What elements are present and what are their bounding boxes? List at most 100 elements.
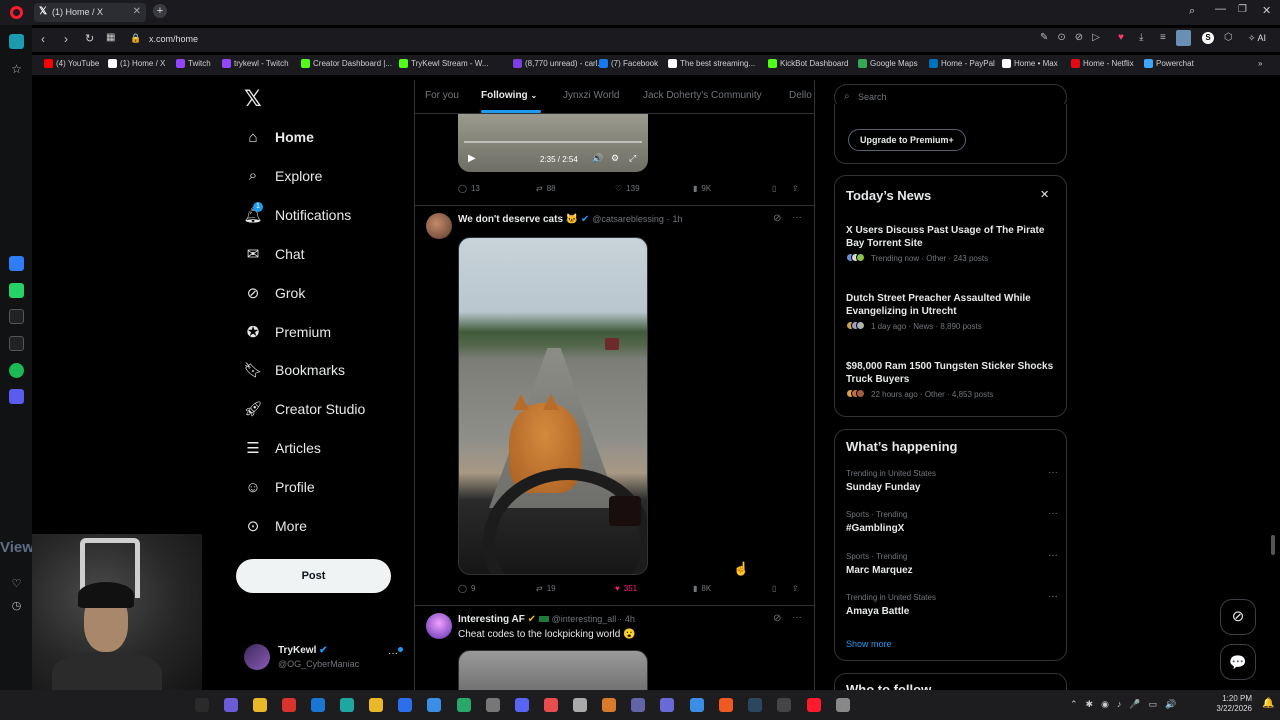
post-avatar[interactable] bbox=[426, 613, 452, 639]
tabs-grid-icon[interactable]: ▦ bbox=[106, 32, 115, 43]
close-window-icon[interactable]: ✕ bbox=[1262, 4, 1271, 17]
post-button[interactable]: Post bbox=[236, 559, 391, 593]
account-switcher[interactable]: TryKewl ✔ @OG_CyberManiac ··· bbox=[242, 642, 404, 674]
vscode-icon[interactable] bbox=[690, 698, 704, 712]
trend-item[interactable]: Trending in United States Amaya Battle ··· bbox=[846, 591, 1058, 617]
nav-item-articles[interactable]: ☰ Articles bbox=[244, 436, 321, 460]
bookmark-item[interactable]: (4) YouTube bbox=[44, 59, 99, 68]
nav-item-bookmarks[interactable]: 🔖︎ Bookmarks bbox=[243, 358, 345, 382]
browser-tab[interactable]: 𝕏 (1) Home / X ✕ bbox=[34, 3, 146, 22]
post-time[interactable]: 4h bbox=[625, 614, 635, 624]
bookmark-item[interactable]: The best streaming... bbox=[668, 59, 755, 68]
opera-icon[interactable] bbox=[807, 698, 821, 712]
minimize-icon[interactable]: — bbox=[1215, 3, 1226, 15]
share-icon[interactable]: ⇪ bbox=[792, 584, 799, 593]
profile-avatar-icon[interactable] bbox=[1176, 30, 1191, 46]
video-player[interactable]: ▶ 2:35 / 2:54 🔊 ⚙ ⤢ bbox=[458, 114, 648, 172]
tiktok-icon[interactable] bbox=[9, 309, 24, 324]
copilot-icon[interactable] bbox=[224, 698, 238, 712]
nav-item-explore[interactable]: ⌕ Explore bbox=[244, 164, 323, 188]
nav-item-grok[interactable]: ⊘ Grok bbox=[244, 281, 306, 305]
tab-jack-doherty[interactable]: Jack Doherty's Community bbox=[643, 90, 762, 101]
post-author[interactable]: We don't deserve cats 🐱 bbox=[458, 214, 578, 225]
notepad-icon[interactable] bbox=[427, 698, 441, 712]
nav-item-notifications[interactable]: 🔔︎ 1 Notifications bbox=[243, 201, 351, 227]
s-extension-icon[interactable]: S bbox=[1202, 32, 1214, 44]
bookmark-item[interactable]: Google Maps bbox=[858, 59, 918, 68]
xmind-icon[interactable] bbox=[282, 698, 296, 712]
url-field[interactable]: x.com/home bbox=[149, 34, 198, 44]
repost-button[interactable]: ⇄ 88 bbox=[536, 184, 556, 193]
fullscreen-icon[interactable]: ⤢ bbox=[629, 153, 636, 164]
post-handle[interactable]: @interesting_all bbox=[552, 614, 617, 624]
game-icon[interactable] bbox=[602, 698, 616, 712]
post-video[interactable] bbox=[458, 650, 648, 695]
bookmark-item[interactable]: (1) Home / X bbox=[108, 59, 165, 68]
discord-icon[interactable] bbox=[515, 698, 529, 712]
nav-item-chat[interactable]: ✉ Chat bbox=[244, 242, 305, 266]
reply-button[interactable]: ◯ 13 bbox=[458, 184, 480, 193]
trend-more-icon[interactable]: ··· bbox=[1048, 508, 1058, 519]
messages-float-button[interactable]: 💬 bbox=[1220, 644, 1256, 680]
show-more-link[interactable]: Show more bbox=[846, 639, 892, 649]
whatsapp-icon[interactable] bbox=[9, 283, 24, 298]
close-tab-icon[interactable]: ✕ bbox=[133, 6, 141, 17]
new-tab-button[interactable]: + bbox=[153, 4, 167, 18]
tab-dello[interactable]: Dello bbox=[789, 90, 812, 101]
origin-icon[interactable] bbox=[719, 698, 733, 712]
post-video[interactable] bbox=[458, 237, 648, 575]
history-icon[interactable]: ◷ bbox=[9, 599, 24, 614]
file-explorer-icon[interactable] bbox=[253, 698, 267, 712]
bookmark-item[interactable]: Home - Netflix bbox=[1071, 59, 1134, 68]
reload-icon[interactable]: ↻ bbox=[85, 32, 94, 45]
news-item[interactable]: X Users Discuss Past Usage of The Pirate… bbox=[846, 224, 1058, 264]
bookmark-post-icon[interactable]: ▯ bbox=[772, 184, 776, 193]
bookmark-item[interactable]: Home - PayPal bbox=[929, 59, 995, 68]
settings-icon[interactable] bbox=[486, 698, 500, 712]
bookmark-item[interactable]: (8,770 unread) - carl... bbox=[513, 59, 604, 68]
menu-icon[interactable]: ≡ bbox=[1160, 32, 1166, 43]
nav-item-creator-studio[interactable]: 🚀︎ Creator Studio bbox=[243, 397, 365, 421]
play-icon[interactable]: ▶ bbox=[468, 153, 476, 164]
teams-icon[interactable] bbox=[631, 698, 645, 712]
news-icon[interactable] bbox=[544, 698, 558, 712]
reply-button[interactable]: ◯ 9 bbox=[458, 584, 475, 593]
news-item[interactable]: Dutch Street Preacher Assaulted While Ev… bbox=[846, 292, 1058, 332]
bookmark-item[interactable]: TryKewl Stream - W... bbox=[399, 59, 489, 68]
grok-post-icon[interactable]: ⊘ bbox=[773, 213, 781, 224]
star-icon[interactable]: ☆ bbox=[9, 62, 24, 77]
video-scrubber[interactable] bbox=[464, 141, 642, 143]
more-bookmarks-icon[interactable]: » bbox=[1258, 59, 1262, 68]
post-more-icon[interactable]: ··· bbox=[792, 212, 802, 223]
trend-item[interactable]: Trending in United States Sunday Funday ··… bbox=[846, 467, 1058, 493]
bookmark-item[interactable]: Home • Max bbox=[1002, 59, 1058, 68]
puzzle-icon[interactable]: ⬡ bbox=[1224, 32, 1233, 43]
bookmark-item[interactable]: KickBot Dashboard bbox=[768, 59, 848, 68]
spotify-icon[interactable] bbox=[9, 363, 24, 378]
nav-item-premium[interactable]: ✪ Premium bbox=[244, 320, 331, 344]
steam-icon[interactable] bbox=[748, 698, 762, 712]
epic-icon[interactable] bbox=[777, 698, 791, 712]
bookmark-item[interactable]: Powerchat bbox=[1144, 59, 1194, 68]
page-scrollbar[interactable] bbox=[1271, 535, 1275, 555]
post-avatar[interactable] bbox=[426, 213, 452, 239]
heart-red-icon[interactable]: ♥ bbox=[1118, 32, 1124, 43]
post-time[interactable]: 1h bbox=[672, 214, 682, 224]
chrome-icon[interactable] bbox=[369, 698, 383, 712]
trend-more-icon[interactable]: ··· bbox=[1048, 550, 1058, 561]
controller-icon[interactable] bbox=[660, 698, 674, 712]
settings-icon[interactable]: ⚙ bbox=[611, 153, 619, 164]
post-more-icon[interactable]: ··· bbox=[792, 612, 802, 623]
news-item[interactable]: $98,000 Ram 1500 Tungsten Sticker Shocks… bbox=[846, 360, 1058, 400]
notification-bell-icon[interactable]: 🔔 bbox=[1262, 698, 1274, 709]
trend-more-icon[interactable]: ··· bbox=[1048, 467, 1058, 478]
bookmark-item[interactable]: trykewl - Twitch bbox=[222, 59, 289, 68]
windows-start-icon[interactable] bbox=[195, 698, 209, 712]
clock[interactable]: 1:20 PM 3/22/2026 bbox=[1212, 694, 1252, 714]
bookmark-item[interactable]: Twitch bbox=[176, 59, 211, 68]
volume-icon[interactable]: 🔊 bbox=[592, 153, 603, 164]
upgrade-premium-button[interactable]: Upgrade to Premium+ bbox=[848, 129, 966, 151]
x-app-icon[interactable] bbox=[9, 336, 24, 351]
search-tabs-icon[interactable]: ⌕ bbox=[1189, 5, 1195, 18]
home-workspace-icon[interactable] bbox=[9, 34, 24, 49]
